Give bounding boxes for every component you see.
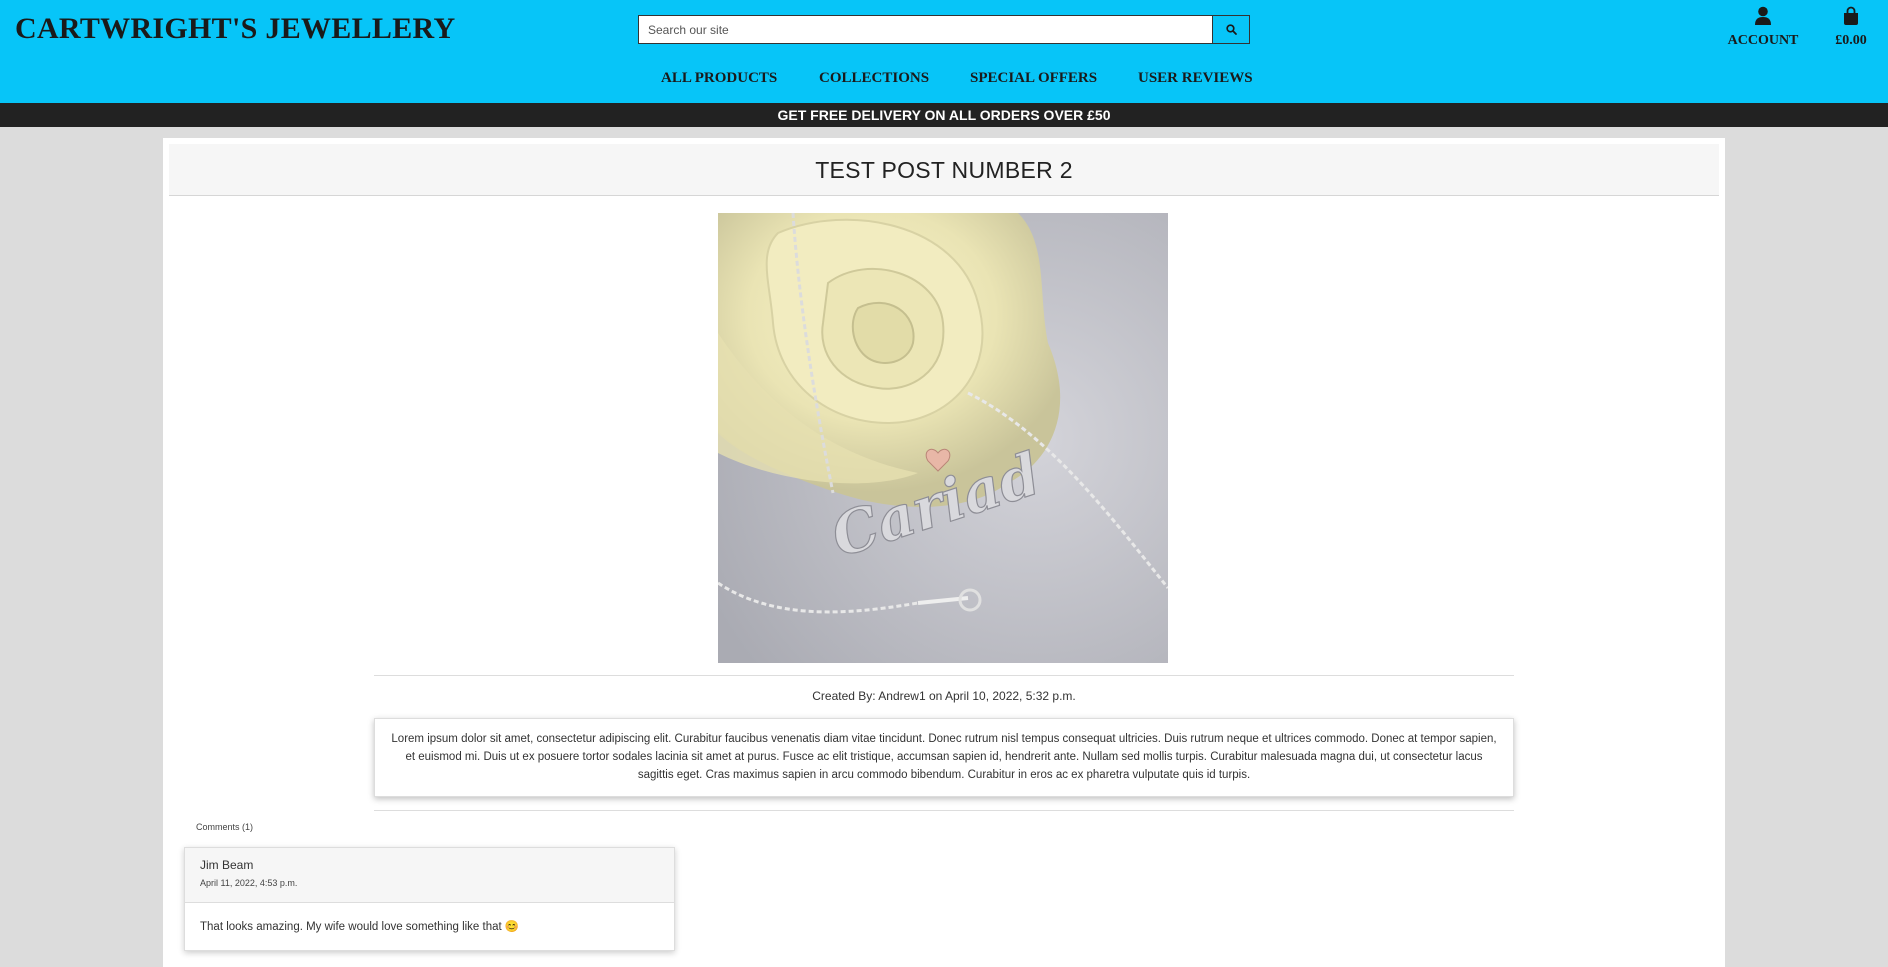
comments-count: Comments (1) <box>196 822 254 832</box>
delivery-banner: GET FREE DELIVERY ON ALL ORDERS OVER £50 <box>0 103 1888 127</box>
user-icon <box>1755 6 1771 25</box>
post-meta: Created By: Andrew1 on April 10, 2022, 5… <box>812 689 1076 703</box>
comment-card: Jim Beam April 11, 2022, 4:53 p.m. That … <box>184 847 675 951</box>
nav-collections[interactable]: COLLECTIONS <box>819 70 929 87</box>
bag-total: £0.00 <box>1835 33 1867 48</box>
shopping-bag-link[interactable]: £0.00 <box>1826 6 1876 49</box>
shopping-bag-icon <box>1844 6 1858 25</box>
divider <box>374 810 1514 811</box>
post-title: TEST POST NUMBER 2 <box>815 157 1073 183</box>
search-bar <box>638 15 1250 44</box>
site-logo[interactable]: CARTWRIGHT'S JEWELLERY <box>15 12 455 46</box>
post-header: TEST POST NUMBER 2 <box>169 144 1719 196</box>
search-button[interactable] <box>1212 15 1250 44</box>
search-input[interactable] <box>638 15 1212 44</box>
post-body: Lorem ipsum dolor sit amet, consectetur … <box>374 718 1514 797</box>
comment-author: Jim Beam <box>200 858 254 872</box>
nav-all-products[interactable]: ALL PRODUCTS <box>661 70 777 87</box>
account-link[interactable]: ACCOUNT <box>1726 6 1800 49</box>
nav-special-offers[interactable]: SPECIAL OFFERS <box>970 70 1097 87</box>
search-icon <box>1225 24 1237 35</box>
site-header: CARTWRIGHT'S JEWELLERY ACCOUNT £0.00 ALL… <box>0 0 1888 103</box>
post-image: Cariad <box>718 213 1168 663</box>
nav-user-reviews[interactable]: USER REVIEWS <box>1138 70 1253 87</box>
comment-header: Jim Beam April 11, 2022, 4:53 p.m. <box>185 848 674 903</box>
account-label: ACCOUNT <box>1727 33 1799 48</box>
comment-text: That looks amazing. My wife would love s… <box>200 921 520 933</box>
comment-date: April 11, 2022, 4:53 p.m. <box>200 878 298 888</box>
divider <box>374 675 1514 676</box>
post-card: TEST POST NUMBER 2 Cariad Created By: An… <box>163 138 1725 967</box>
